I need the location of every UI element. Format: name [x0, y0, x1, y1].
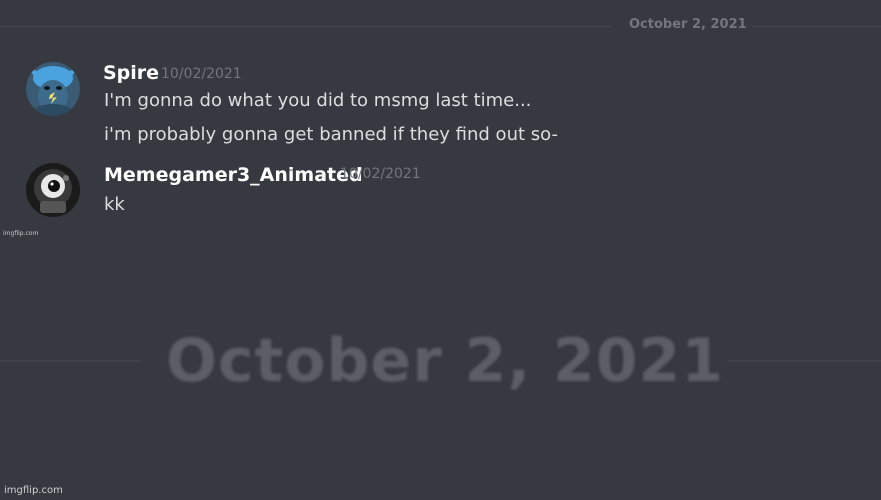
- message-text: i'm probably gonna get banned if they fi…: [104, 124, 558, 145]
- avatar-memegamer3[interactable]: [26, 163, 80, 217]
- avatar-spire[interactable]: [26, 62, 80, 116]
- blue-creature-avatar-icon: [26, 62, 80, 116]
- message-timestamp: 10/02/2021: [161, 66, 242, 82]
- message-text: kk: [104, 194, 125, 215]
- zoomed-date-label: October 2, 2021: [166, 326, 725, 396]
- message-timestamp: 10/02/2021: [340, 166, 421, 182]
- message-author[interactable]: Memegamer3_Animated: [104, 164, 363, 186]
- zoomed-divider-line-right: [727, 360, 881, 362]
- watermark-small: imgflip.com: [3, 230, 39, 237]
- date-divider: October 2, 2021: [0, 17, 881, 32]
- divider-line-left: [0, 26, 612, 27]
- dark-eyeball-avatar-icon: [26, 163, 80, 217]
- watermark: imgflip.com: [4, 485, 63, 496]
- message-author[interactable]: Spire: [103, 62, 159, 84]
- divider-line-right: [752, 26, 881, 27]
- zoomed-divider-line-left: [0, 360, 140, 362]
- message-text: I'm gonna do what you did to msmg last t…: [104, 90, 532, 111]
- date-divider-label: October 2, 2021: [629, 17, 747, 32]
